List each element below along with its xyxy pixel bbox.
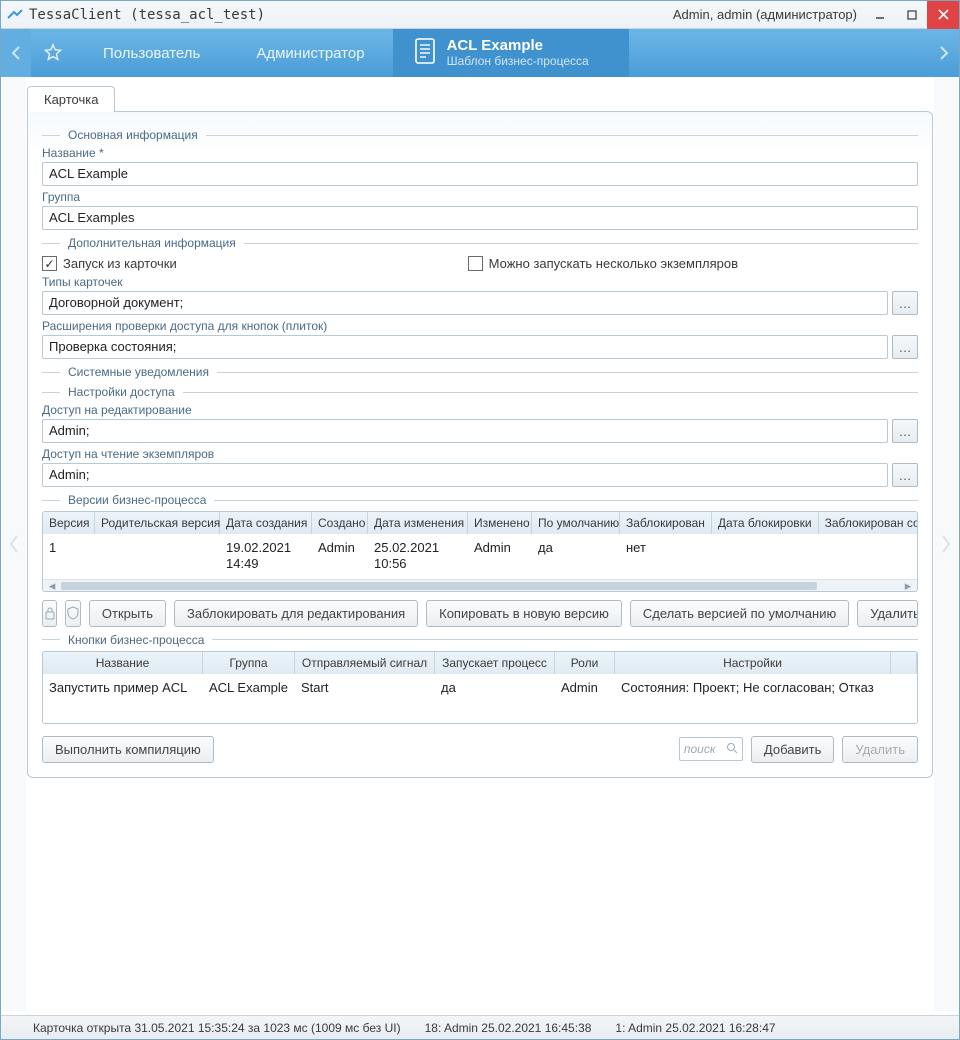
read-access-label: Доступ на чтение экземпляров <box>42 447 918 461</box>
name-label: Название * <box>42 146 918 160</box>
edit-access-label: Доступ на редактирование <box>42 403 918 417</box>
name-input[interactable]: ACL Example <box>42 162 918 186</box>
card-types-label: Типы карточек <box>42 275 918 289</box>
check-start-from-card-label: Запуск из карточки <box>63 256 177 271</box>
search-icon <box>726 742 738 757</box>
buttons-table: Название Группа Отправляемый сигнал Запу… <box>42 651 918 724</box>
th-bname[interactable]: Название <box>43 652 203 674</box>
versions-hscroll[interactable]: ◂ ▸ <box>43 579 917 591</box>
close-button[interactable] <box>927 1 959 29</box>
open-button[interactable]: Открыть <box>89 600 166 627</box>
nav-back-button[interactable] <box>1 29 31 77</box>
group-label: Группа <box>42 190 918 204</box>
card-types-input[interactable]: Договорной документ; <box>42 291 888 315</box>
th-bsettings[interactable]: Настройки <box>615 652 891 674</box>
app-icon <box>7 7 23 23</box>
statusbar: Карточка открыта 31.05.2021 15:35:24 за … <box>1 1015 959 1039</box>
delete-version-button[interactable]: Удалить ве <box>857 600 918 627</box>
favorite-button[interactable] <box>31 29 75 77</box>
side-panel-left[interactable] <box>2 77 26 1011</box>
th-bgroup[interactable]: Группа <box>203 652 295 674</box>
buttons-row-empty <box>43 701 917 723</box>
ribbon: Пользователь Администратор ACL Example Ш… <box>1 29 959 77</box>
nav-forward-button[interactable] <box>929 29 959 77</box>
app-window: TessaClient (tessa_acl_test) Admin, admi… <box>0 0 960 1040</box>
th-default[interactable]: По умолчанию <box>532 512 620 534</box>
card-types-picker[interactable]: … <box>892 291 918 315</box>
check-multi-instance-label: Можно запускать несколько экземпляров <box>489 256 738 271</box>
edit-access-picker[interactable]: … <box>892 419 918 443</box>
versions-table-head: Версия Родительская версия Дата создания… <box>43 512 917 534</box>
compile-button[interactable]: Выполнить компиляцию <box>42 736 214 763</box>
shield-icon-button[interactable] <box>65 600 80 627</box>
scroll-thumb[interactable] <box>61 582 817 590</box>
th-bextra[interactable] <box>891 652 917 674</box>
card-tab[interactable]: Карточка <box>27 86 115 112</box>
check-start-from-card[interactable]: ✓Запуск из карточки <box>42 256 177 271</box>
th-locked-date[interactable]: Дата блокировки <box>712 512 819 534</box>
read-access-picker[interactable]: … <box>892 463 918 487</box>
ext-access-picker[interactable]: … <box>892 335 918 359</box>
th-created-date[interactable]: Дата создания <box>220 512 312 534</box>
ext-access-label: Расширения проверки доступа для кнопок (… <box>42 319 918 333</box>
maximize-button[interactable] <box>897 4 927 26</box>
tab-acl-example[interactable]: ACL Example Шаблон бизнес-процесса <box>393 29 629 77</box>
th-created-by[interactable]: Создано <box>312 512 368 534</box>
document-icon <box>413 37 437 69</box>
th-bstarts[interactable]: Запускает процесс <box>435 652 555 674</box>
buttons-row[interactable]: Запустить пример ACL ACL Example Start д… <box>43 674 917 701</box>
th-modified-by[interactable]: Изменено <box>468 512 532 534</box>
status-18: 18: Admin 25.02.2021 16:45:38 <box>425 1021 592 1035</box>
th-locked[interactable]: Заблокирован <box>620 512 712 534</box>
section-extra: Дополнительная информация <box>68 236 236 250</box>
read-access-input[interactable]: Admin; <box>42 463 888 487</box>
th-modified-date[interactable]: Дата изменения <box>368 512 468 534</box>
status-1: 1: Admin 25.02.2021 16:28:47 <box>615 1021 775 1035</box>
card-frame: Основная информация Название * ACL Examp… <box>27 111 933 778</box>
ext-access-input[interactable]: Проверка состояния; <box>42 335 888 359</box>
versions-row[interactable]: 1 19.02.2021 14:49 Admin 25.02.2021 10:5… <box>43 534 917 579</box>
versions-table: Версия Родительская версия Дата создания… <box>42 511 918 592</box>
th-parent[interactable]: Родительская версия <box>95 512 220 534</box>
tab-user[interactable]: Пользователь <box>75 29 228 77</box>
search-placeholder: поиск <box>684 742 716 756</box>
section-buttons: Кнопки бизнес-процесса <box>68 633 204 647</box>
copy-new-version-button[interactable]: Копировать в новую версию <box>426 600 622 627</box>
make-default-button[interactable]: Сделать версией по умолчанию <box>630 600 849 627</box>
section-versions: Версии бизнес-процесса <box>68 493 206 507</box>
edit-access-input[interactable]: Admin; <box>42 419 888 443</box>
tab-admin[interactable]: Администратор <box>228 29 392 77</box>
status-opened: Карточка открыта 31.05.2021 15:35:24 за … <box>33 1021 401 1035</box>
minimize-button[interactable] <box>865 4 895 26</box>
search-input[interactable]: поиск <box>679 737 743 761</box>
user-label: Admin, admin (администратор) <box>673 7 857 22</box>
section-access: Настройки доступа <box>68 385 175 399</box>
th-locked-by[interactable]: Заблокирован сот <box>819 512 918 534</box>
group-input[interactable]: ACL Examples <box>42 206 918 230</box>
section-basic: Основная информация <box>68 128 198 142</box>
add-button[interactable]: Добавить <box>751 736 834 763</box>
active-tab-subtitle: Шаблон бизнес-процесса <box>447 55 589 68</box>
buttons-table-head: Название Группа Отправляемый сигнал Запу… <box>43 652 917 674</box>
titlebar: TessaClient (tessa_acl_test) Admin, admi… <box>1 1 959 29</box>
section-sysnotif: Системные уведомления <box>68 365 209 379</box>
scroll-right-icon[interactable]: ▸ <box>901 580 915 592</box>
th-bsignal[interactable]: Отправляемый сигнал <box>295 652 435 674</box>
check-multi-instance[interactable]: Можно запускать несколько экземпляров <box>468 256 738 271</box>
th-broles[interactable]: Роли <box>555 652 615 674</box>
body: Карточка Основная информация Название * … <box>1 77 959 1015</box>
active-tab-title: ACL Example <box>447 38 589 55</box>
scroll-left-icon[interactable]: ◂ <box>45 580 59 592</box>
delete-button[interactable]: Удалить <box>842 736 918 763</box>
side-panel-right[interactable] <box>934 77 958 1011</box>
lock-edit-button[interactable]: Заблокировать для редактирования <box>174 600 418 627</box>
th-version[interactable]: Версия <box>43 512 95 534</box>
app-title: TessaClient (tessa_acl_test) <box>29 7 265 23</box>
lock-icon-button[interactable] <box>42 600 57 627</box>
